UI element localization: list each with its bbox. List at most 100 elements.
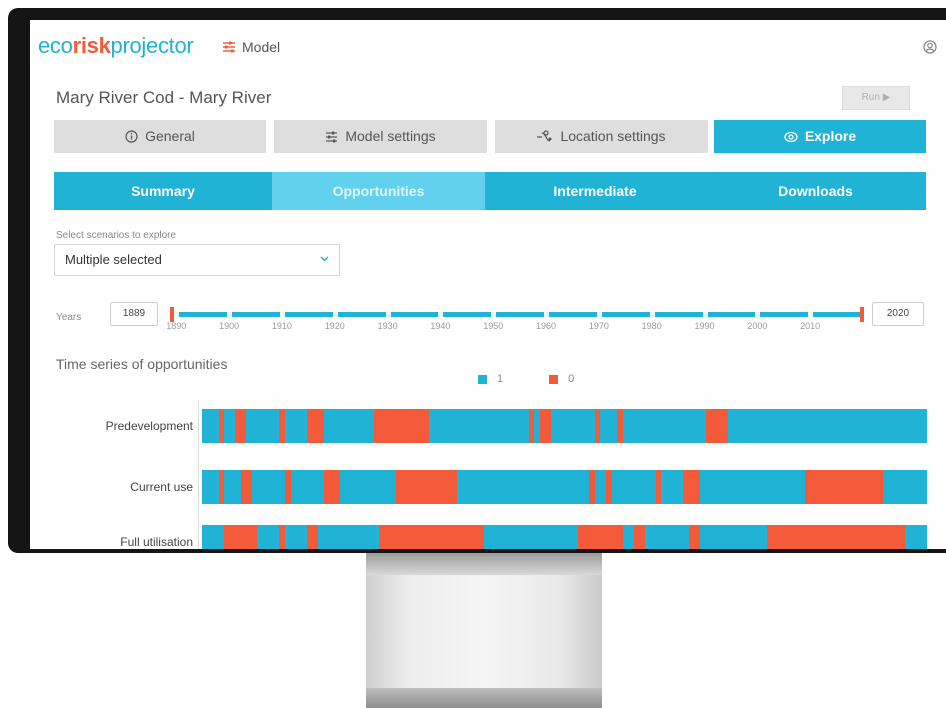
zero-period-segment xyxy=(307,409,324,443)
tab-explore[interactable]: Explore xyxy=(714,120,926,153)
app-screen: ecoriskprojector Model Mary River Cod - … xyxy=(30,20,946,549)
slider-tick xyxy=(755,309,761,319)
slider-tick xyxy=(385,309,391,319)
tab-summary[interactable]: Summary xyxy=(54,172,272,210)
zero-period-segment xyxy=(589,470,595,504)
model-nav-link[interactable]: Model xyxy=(222,39,280,55)
zero-period-segment xyxy=(285,470,291,504)
zero-period-segment xyxy=(279,525,285,549)
monitor-stand-shadow xyxy=(366,553,602,575)
year-to-input[interactable]: 2020 xyxy=(872,302,924,326)
zero-period-segment xyxy=(766,525,905,549)
chart-title: Time series of opportunities xyxy=(56,356,228,372)
zero-period-segment xyxy=(240,470,252,504)
sub-tab-bar: Summary Opportunities Intermediate Downl… xyxy=(54,172,926,210)
zero-period-segment xyxy=(218,409,225,443)
main-tab-bar: General Model settings Location settings… xyxy=(54,120,926,153)
zero-period-segment xyxy=(373,409,429,443)
slider-tick xyxy=(438,309,444,319)
slider-tick-label: 1920 xyxy=(324,321,345,331)
zero-period-segment xyxy=(578,525,623,549)
page-title: Mary River Cod - Mary River xyxy=(56,88,272,107)
monitor-bezel: ecoriskprojector Model Mary River Cod - … xyxy=(8,8,946,553)
slider-handle-end[interactable] xyxy=(860,307,864,322)
zero-period-segment xyxy=(235,409,247,443)
tab-opportunities[interactable]: Opportunities xyxy=(272,172,485,210)
slider-tick xyxy=(279,309,285,319)
zero-period-segment xyxy=(689,525,701,549)
slider-tick-label: 1970 xyxy=(588,321,609,331)
scenario-dropdown[interactable]: Multiple selected xyxy=(54,244,340,276)
zero-period-segment xyxy=(617,409,623,443)
slider-tick-label: 1990 xyxy=(694,321,715,331)
slider-tick xyxy=(808,309,814,319)
info-icon xyxy=(125,130,138,143)
slider-tick xyxy=(491,309,497,319)
slider-tick xyxy=(332,309,338,319)
slider-tick-label: 1930 xyxy=(377,321,398,331)
tab-intermediate[interactable]: Intermediate xyxy=(485,172,705,210)
user-icon[interactable] xyxy=(923,40,937,54)
slider-tick-label: 1980 xyxy=(641,321,662,331)
slider-tick xyxy=(702,309,708,319)
zero-period-segment xyxy=(224,525,258,549)
zero-period-segment xyxy=(307,525,319,549)
slider-tick xyxy=(596,309,602,319)
dropdown-value: Multiple selected xyxy=(65,252,162,267)
row-label: Full utilisation xyxy=(120,535,193,549)
eye-icon xyxy=(784,131,798,142)
sliders-icon xyxy=(223,41,235,53)
zero-period-segment xyxy=(279,409,285,443)
app-logo[interactable]: ecoriskprojector xyxy=(38,33,194,59)
zero-period-segment xyxy=(683,470,701,504)
legend-label-1: 1 xyxy=(497,373,504,385)
slider-tick-label: 2010 xyxy=(800,321,821,331)
slider-tick xyxy=(174,309,180,319)
monitor-stand xyxy=(366,553,602,708)
series-bar xyxy=(202,470,927,504)
legend-swatch-0 xyxy=(549,374,559,384)
slider-tick-label: 1900 xyxy=(219,321,240,331)
zero-period-segment xyxy=(594,409,601,443)
zero-period-segment xyxy=(395,470,457,504)
model-link-label: Model xyxy=(242,39,281,55)
zero-period-segment xyxy=(379,525,485,549)
slider-tick-label: 1950 xyxy=(483,321,504,331)
slider-tick xyxy=(649,309,655,319)
chevron-down-icon xyxy=(320,256,329,262)
tab-general[interactable]: General xyxy=(54,120,266,153)
year-from-input[interactable]: 1889 xyxy=(110,302,158,326)
tab-model-settings[interactable]: Model settings xyxy=(274,120,487,153)
legend-label-0: 0 xyxy=(568,373,575,385)
slider-tick xyxy=(227,309,233,319)
slider-tick-label: 1910 xyxy=(271,321,292,331)
zero-period-segment xyxy=(606,470,612,504)
zero-period-segment xyxy=(528,409,535,443)
row-label: Predevelopment xyxy=(105,419,193,433)
zero-period-segment xyxy=(323,470,341,504)
slider-tick xyxy=(544,309,550,319)
chart-axis-line xyxy=(198,400,199,549)
scenario-select-label: Select scenarios to explore xyxy=(56,230,177,241)
row-label: Current use xyxy=(130,480,193,494)
monitor-stand-base xyxy=(366,688,602,708)
years-label: Years xyxy=(56,312,82,323)
run-button[interactable]: Run ▶ xyxy=(842,86,910,110)
chart-legend: 1 0 xyxy=(478,373,574,385)
zero-period-segment xyxy=(539,409,551,443)
tab-location-settings[interactable]: Location settings xyxy=(495,120,708,153)
zero-period-segment xyxy=(218,470,225,504)
series-bar xyxy=(202,409,927,443)
zero-period-segment xyxy=(805,470,883,504)
legend-swatch-1 xyxy=(478,374,487,384)
zero-period-segment xyxy=(705,409,728,443)
tab-downloads[interactable]: Downloads xyxy=(705,172,926,210)
series-bar xyxy=(202,525,927,549)
zero-period-segment xyxy=(655,470,662,504)
sliders-icon xyxy=(326,131,338,142)
slider-tick-label: 1890 xyxy=(166,321,187,331)
location-icon xyxy=(537,130,552,142)
slider-tick-label: 2000 xyxy=(747,321,768,331)
zero-period-segment xyxy=(633,525,645,549)
slider-tick-label: 1960 xyxy=(536,321,557,331)
